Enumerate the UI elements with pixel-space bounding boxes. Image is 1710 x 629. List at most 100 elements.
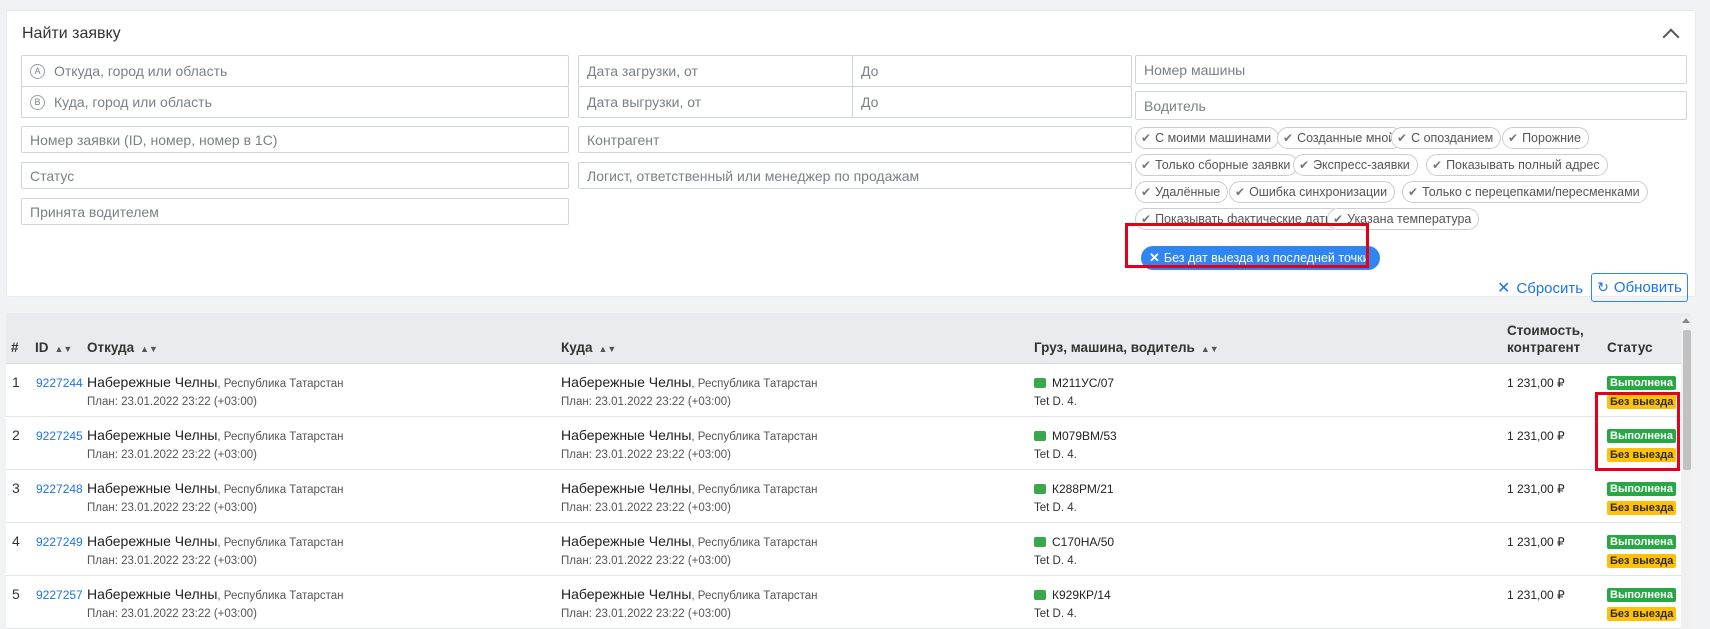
truck-icon (1034, 431, 1046, 441)
to-region: , Республика Татарстан (691, 431, 818, 443)
order-id-link[interactable]: 9227244 (36, 376, 83, 390)
status-badge-no-departure: Без выезда (1607, 607, 1677, 621)
chip-relays-only[interactable]: ✔ Только с перецепками/пересменками (1402, 181, 1648, 203)
order-price: 1 231,00 ₽ (1507, 588, 1565, 602)
chip-empty[interactable]: ✔ Порожние (1502, 127, 1589, 149)
truck-icon (1034, 378, 1046, 388)
close-icon[interactable]: ✕ (1149, 250, 1160, 266)
row-number: 5 (12, 586, 20, 602)
logist-input[interactable]: Логист, ответственный или менеджер по пр… (578, 162, 1132, 189)
from-region: , Республика Татарстан (217, 590, 344, 602)
to-location: Набережные Челны, Республика Татарстан (561, 374, 818, 392)
driver-input[interactable]: Водитель (1135, 91, 1687, 120)
refresh-icon: ↻ (1597, 279, 1609, 295)
vehicle-number-input[interactable]: Номер машины (1135, 55, 1687, 84)
header-from[interactable]: Откуда ▲▼ (87, 340, 158, 355)
header-cargo-label: Груз, машина, водитель (1034, 340, 1195, 355)
status-badge-done: Выполнена (1607, 429, 1676, 443)
table-row[interactable]: 1 9227244 Набережные Челны, Республика Тат… (6, 364, 1690, 417)
scroll-up-arrow-icon[interactable] (1682, 318, 1690, 323)
load-date-from-input[interactable]: Дата загрузки, от (578, 55, 853, 87)
status-badge-no-departure: Без выезда (1607, 395, 1677, 409)
status-badge-done: Выполнена (1607, 376, 1676, 390)
order-price: 1 231,00 ₽ (1507, 376, 1565, 390)
header-to[interactable]: Куда ▲▼ (561, 340, 616, 355)
header-from-label: Откуда (87, 340, 135, 355)
header-id[interactable]: ID ▲▼ (35, 340, 72, 355)
reset-button[interactable]: ✕ Сбросить (1497, 277, 1583, 299)
chip-express[interactable]: ✔ Экспресс-заявки (1293, 154, 1418, 176)
row-number: 4 (12, 533, 20, 549)
order-id-link[interactable]: 9227257 (36, 588, 83, 602)
to-plan-date: План: 23.01.2022 23:22 (+03:00) (561, 555, 731, 567)
header-cost-line2: контрагент (1507, 340, 1581, 355)
accepted-by-driver-placeholder: Принята водителем (30, 203, 159, 220)
from-location-input[interactable]: A Откуда, город или область (21, 55, 569, 87)
chip-created-by-me[interactable]: ✔ Созданные мной (1277, 127, 1404, 149)
vehicle-info[interactable]: М211УС/07 (1034, 376, 1114, 390)
status-badge-done: Выполнена (1607, 482, 1676, 496)
chip-full-address[interactable]: ✔ Показывать полный адрес (1426, 154, 1608, 176)
chip-label: Только сборные заявки (1155, 158, 1291, 172)
close-icon: ✕ (1497, 280, 1511, 297)
to-location-input[interactable]: B Куда, город или область (21, 86, 569, 118)
vehicle-info[interactable]: С170НА/50 (1034, 535, 1114, 549)
order-id-link[interactable]: 9227249 (36, 535, 83, 549)
status-badge-no-departure: Без выезда (1607, 448, 1677, 462)
from-location: Набережные Челны, Республика Татарстан (87, 374, 344, 392)
chip-label: Без дат выезда из последней точки (1163, 251, 1370, 265)
sort-icon: ▲▼ (1200, 344, 1219, 354)
vehicle-info[interactable]: К929КР/14 (1034, 588, 1111, 602)
to-location: Набережные Челны, Республика Татарстан (561, 586, 818, 604)
unload-date-to-input[interactable]: До (852, 86, 1132, 118)
to-region: , Республика Татарстан (691, 537, 818, 549)
vehicle-info[interactable]: М079ВМ/53 (1034, 429, 1117, 443)
order-number-input[interactable]: Номер заявки (ID, номер, номер в 1С) (21, 126, 569, 153)
vehicle-info[interactable]: К288РМ/21 (1034, 482, 1114, 496)
scrollbar-thumb[interactable] (1683, 330, 1691, 470)
check-icon: ✔ (1408, 185, 1419, 199)
panel-title: Найти заявку (22, 25, 121, 42)
table-row[interactable]: 2 9227245 Набережные Челны, Республика Тат… (6, 417, 1690, 470)
chip-sync-error[interactable]: ✔ Ошибка синхронизации (1229, 181, 1396, 203)
table-row[interactable]: 3 9227248 Набережные Челны, Республика Тат… (6, 470, 1690, 523)
status-badge-done: Выполнена (1607, 588, 1676, 602)
unload-date-from-placeholder: Дата выгрузки, от (587, 94, 702, 110)
driver-name: Tet D. 4. (1034, 608, 1077, 620)
collapse-chevron-icon[interactable] (1662, 28, 1680, 46)
order-id-link[interactable]: 9227248 (36, 482, 83, 496)
chip-deleted[interactable]: ✔ Удалённые (1135, 181, 1229, 203)
order-price: 1 231,00 ₽ (1507, 535, 1565, 549)
to-region: , Республика Татарстан (691, 590, 818, 602)
header-cost-line1: Стоимость, (1507, 323, 1584, 338)
chip-no-departure-dates-active[interactable]: ✕ Без дат выезда из последней точки (1141, 246, 1380, 270)
unload-date-from-input[interactable]: Дата выгрузки, от (578, 86, 853, 118)
header-status: Статус (1607, 340, 1653, 355)
load-date-to-placeholder: До (861, 63, 879, 79)
search-panel: Найти заявку A Откуда, город или область… (6, 10, 1696, 302)
chip-consolidated-only[interactable]: ✔ Только сборные заявки (1135, 154, 1299, 176)
to-region: , Республика Татарстан (691, 484, 818, 496)
counterparty-input[interactable]: Контрагент (578, 126, 1132, 153)
chip-actual-dates[interactable]: ✔ Показывать фактические даты (1135, 208, 1342, 230)
status-select[interactable]: Статус (21, 162, 569, 189)
load-date-from-placeholder: Дата загрузки, от (587, 63, 698, 79)
unload-date-to-placeholder: До (861, 94, 879, 110)
table-row[interactable]: 4 9227249 Набережные Челны, Республика Тат… (6, 523, 1690, 576)
check-icon: ✔ (1333, 212, 1344, 226)
header-cargo[interactable]: Груз, машина, водитель ▲▼ (1034, 340, 1219, 355)
order-id-link[interactable]: 9227245 (36, 429, 83, 443)
table-row[interactable]: 5 9227257 Набережные Челны, Республика Тат… (6, 576, 1690, 629)
accepted-by-driver-select[interactable]: Принята водителем (21, 198, 569, 225)
to-region: , Республика Татарстан (691, 378, 818, 390)
chip-label: С моими машинами (1155, 131, 1272, 145)
refresh-button[interactable]: ↻ Обновить (1591, 273, 1688, 302)
chip-temperature[interactable]: ✔ Указана температура (1327, 208, 1480, 230)
load-date-to-input[interactable]: До (852, 55, 1132, 87)
chip-delayed[interactable]: ✔ С опозданием (1391, 127, 1502, 149)
from-region: , Республика Татарстан (217, 484, 344, 496)
truck-icon (1034, 484, 1046, 494)
to-city: Набережные Челны (561, 480, 692, 496)
driver-placeholder: Водитель (1144, 97, 1206, 114)
chip-my-vehicles[interactable]: ✔ С моими машинами (1135, 127, 1280, 149)
